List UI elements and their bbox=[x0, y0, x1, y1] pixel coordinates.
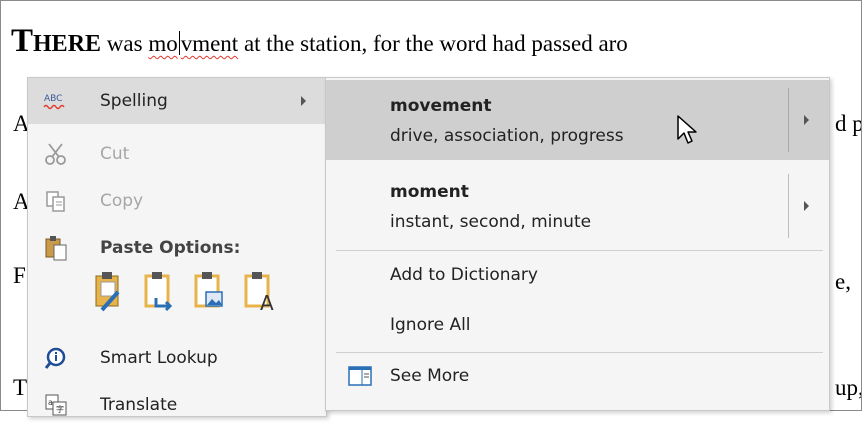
doc-line-5-start: T bbox=[13, 375, 28, 400]
mouse-pointer-icon bbox=[676, 114, 698, 150]
menu-label: Paste Options: bbox=[100, 238, 241, 258]
suggestion-word: movement bbox=[390, 96, 492, 116]
smart-lookup-icon bbox=[42, 344, 70, 372]
scissors-icon bbox=[42, 140, 70, 168]
paste-options-row: A bbox=[92, 270, 278, 315]
split-divider bbox=[788, 88, 789, 152]
menu-label: Spelling bbox=[100, 91, 168, 111]
menu-item-cut[interactable]: Cut bbox=[28, 131, 326, 177]
doc-line-4-start: F bbox=[13, 263, 26, 288]
suggestion-synonyms: instant, second, minute bbox=[390, 212, 592, 232]
text-caret bbox=[178, 31, 180, 55]
svg-text:a: a bbox=[48, 398, 53, 407]
svg-text:字: 字 bbox=[56, 404, 64, 414]
paste-picture-icon[interactable] bbox=[192, 270, 228, 314]
context-menu: ABC Spelling Cut Copy Paste Options: A S… bbox=[27, 77, 327, 417]
doc-text: at the station, for the word had passed … bbox=[238, 31, 628, 56]
document-line-1[interactable]: THERE was mo vment at the station, for th… bbox=[11, 23, 628, 60]
svg-text:A: A bbox=[260, 291, 274, 314]
suggestion-word: moment bbox=[390, 182, 469, 202]
smallcaps-word: HERE bbox=[33, 31, 102, 57]
suggestion-item[interactable]: moment instant, second, minute bbox=[326, 166, 829, 246]
menu-label: Smart Lookup bbox=[100, 348, 218, 368]
menu-label: Ignore All bbox=[390, 315, 471, 335]
chevron-right-icon[interactable] bbox=[804, 201, 809, 211]
menu-label: Translate bbox=[100, 395, 178, 415]
paste-merge-formatting-icon[interactable] bbox=[142, 270, 178, 314]
suggestion-item[interactable]: movement drive, association, progress bbox=[326, 80, 829, 160]
menu-item-copy[interactable]: Copy bbox=[28, 178, 326, 224]
paste-keep-text-only-icon[interactable]: A bbox=[242, 270, 278, 315]
menu-item-smart-lookup[interactable]: Smart Lookup bbox=[28, 335, 326, 381]
spelling-submenu: movement drive, association, progress mo… bbox=[325, 77, 830, 411]
menu-item-paste-options: Paste Options: bbox=[28, 225, 326, 271]
menu-item-ignore-all[interactable]: Ignore All bbox=[326, 302, 829, 348]
doc-line-4-end: e, bbox=[835, 269, 851, 294]
spelling-check-icon: ABC bbox=[42, 87, 70, 115]
menu-item-translate[interactable]: a 字 Translate bbox=[28, 382, 326, 428]
menu-label: See More bbox=[390, 366, 470, 386]
svg-text:ABC: ABC bbox=[44, 94, 62, 104]
menu-label: Copy bbox=[100, 191, 144, 211]
split-divider bbox=[788, 174, 789, 238]
see-more-pane-icon bbox=[346, 362, 374, 390]
dropcap: T bbox=[11, 23, 34, 59]
clipboard-icon bbox=[42, 234, 70, 262]
suggestion-synonyms: drive, association, progress bbox=[390, 126, 624, 146]
menu-item-see-more[interactable]: See More bbox=[326, 353, 829, 399]
doc-line-5-end: up, bbox=[835, 375, 862, 400]
menu-label: Add to Dictionary bbox=[390, 265, 538, 285]
misspelled-word[interactable]: mo vment bbox=[148, 31, 238, 56]
doc-line-2-end: d p bbox=[835, 111, 862, 136]
chevron-right-icon bbox=[301, 96, 306, 106]
doc-text: was bbox=[101, 31, 149, 56]
translate-icon: a 字 bbox=[42, 391, 70, 419]
chevron-right-icon[interactable] bbox=[804, 115, 809, 125]
paste-keep-source-formatting-icon[interactable] bbox=[92, 270, 128, 314]
menu-item-add-to-dictionary[interactable]: Add to Dictionary bbox=[326, 252, 829, 298]
menu-item-spelling[interactable]: ABC Spelling bbox=[28, 78, 326, 124]
menu-label: Cut bbox=[100, 144, 130, 164]
menu-divider bbox=[336, 250, 823, 251]
copy-icon bbox=[42, 187, 70, 215]
